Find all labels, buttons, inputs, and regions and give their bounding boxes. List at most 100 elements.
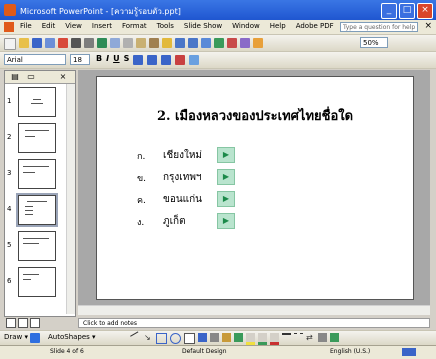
paste-icon[interactable]	[149, 38, 159, 48]
copy-icon[interactable]	[136, 38, 146, 48]
insert-table-icon[interactable]	[227, 38, 237, 48]
menu-tools[interactable]: Tools	[157, 22, 174, 30]
choice-text[interactable]: ขอนแก่น	[163, 192, 202, 207]
textbox-icon[interactable]	[184, 333, 195, 344]
align-left-icon[interactable]	[133, 55, 144, 65]
undo-icon[interactable]	[175, 38, 185, 48]
arrow-style-icon[interactable]: ⇄	[306, 333, 315, 342]
save-icon[interactable]	[32, 38, 42, 48]
help-search-input[interactable]: Type a question for help	[340, 22, 418, 32]
notes-pane[interactable]: Click to add notes	[78, 318, 430, 328]
wordart-icon[interactable]	[198, 333, 207, 342]
open-icon[interactable]	[19, 38, 29, 48]
new-icon[interactable]	[4, 38, 16, 50]
slide-thumbnail-row[interactable]: 2	[5, 121, 75, 155]
slide-thumbnail-row[interactable]: 3	[5, 157, 75, 191]
underline-button[interactable]: U	[113, 54, 120, 65]
format-painter-icon[interactable]	[162, 38, 172, 48]
draw-menu[interactable]: Draw ▾	[4, 333, 28, 341]
panel-close-icon[interactable]: ×	[57, 72, 69, 82]
font-size-select[interactable]: 18	[70, 54, 90, 65]
autoshapes-menu[interactable]: AutoShapes ▾	[48, 333, 96, 341]
menu-adobe-pdf[interactable]: Adobe PDF	[296, 22, 334, 30]
slide-thumbnail-selected[interactable]	[16, 193, 58, 227]
line-style-icon[interactable]	[282, 333, 291, 344]
align-right-icon[interactable]	[161, 55, 172, 65]
line-color-icon[interactable]	[258, 333, 267, 345]
diagram-icon[interactable]	[210, 333, 219, 342]
slide-number: 5	[7, 241, 12, 249]
view-buttons	[6, 318, 40, 328]
rectangle-icon[interactable]	[156, 333, 167, 344]
close-button[interactable]: ×	[417, 3, 433, 19]
shadow-button[interactable]: S	[124, 54, 130, 65]
print-preview-icon[interactable]	[84, 38, 94, 48]
picture-icon[interactable]	[234, 333, 243, 342]
slide-thumbnail-row[interactable]: 5	[5, 229, 75, 263]
font-color-icon[interactable]	[175, 55, 186, 65]
redo-icon[interactable]	[188, 38, 198, 48]
menu-file[interactable]: File	[20, 22, 32, 30]
menu-format[interactable]: Format	[122, 22, 147, 30]
document-close-icon[interactable]: ×	[424, 21, 432, 31]
bold-button[interactable]: B	[96, 54, 102, 65]
choice-text[interactable]: ภูเก็ต	[163, 214, 186, 229]
research-icon[interactable]	[110, 38, 120, 48]
cut-icon[interactable]	[123, 38, 133, 48]
print-icon[interactable]	[71, 38, 81, 48]
3d-style-icon[interactable]	[330, 333, 339, 342]
design-icon[interactable]	[189, 55, 200, 65]
panel-scrollbar[interactable]	[66, 84, 75, 314]
slide-thumbnail-row[interactable]: 1	[5, 85, 75, 119]
slides-tab[interactable]: ▭	[25, 72, 37, 82]
slide-thumbnail[interactable]	[18, 231, 56, 261]
choice-text[interactable]: เชียงใหม่	[163, 148, 202, 163]
select-pointer-icon[interactable]	[30, 333, 40, 343]
slide-thumbnail[interactable]	[18, 159, 56, 189]
menu-edit[interactable]: Edit	[42, 22, 56, 30]
menu-view[interactable]: View	[65, 22, 82, 30]
slide-thumbnail[interactable]	[18, 87, 56, 117]
outline-tab[interactable]: ▤	[9, 72, 21, 82]
current-slide[interactable]: 2. เมืองหลวงของประเทศไทยชื่อใด ก. เชียงใ…	[96, 76, 414, 300]
menu-window[interactable]: Window	[232, 22, 260, 30]
shadow-style-icon[interactable]	[318, 333, 327, 342]
action-play-button[interactable]: ▶	[217, 147, 235, 163]
email-icon[interactable]	[58, 38, 68, 48]
expand-all-icon[interactable]	[240, 38, 250, 48]
zoom-select[interactable]: 50%	[360, 37, 388, 48]
slide-thumbnail[interactable]	[18, 267, 56, 297]
action-play-button[interactable]: ▶	[217, 169, 235, 185]
choice-text[interactable]: กรุงเทพฯ	[163, 170, 202, 185]
minimize-button[interactable]: _	[381, 3, 397, 19]
menu-help[interactable]: Help	[270, 22, 286, 30]
normal-view-icon[interactable]	[6, 318, 16, 328]
maximize-button[interactable]: □	[399, 3, 415, 19]
canvas-scrollbar[interactable]	[78, 305, 430, 315]
slide-title[interactable]: 2. เมืองหลวงของประเทศไทยชื่อใด	[97, 105, 413, 126]
line-icon[interactable]	[130, 331, 143, 345]
insert-chart-icon[interactable]	[214, 38, 224, 48]
slide-sorter-icon[interactable]	[18, 318, 28, 328]
action-play-button[interactable]: ▶	[217, 213, 235, 229]
slide-show-icon[interactable]	[30, 318, 40, 328]
show-formatting-icon[interactable]	[253, 38, 263, 48]
hyperlink-icon[interactable]	[201, 38, 211, 48]
clipart-icon[interactable]	[222, 333, 231, 342]
oval-icon[interactable]	[170, 333, 181, 344]
slide-thumbnail-row[interactable]: 6	[5, 265, 75, 299]
arrow-icon[interactable]: ↘	[144, 333, 153, 342]
slide-thumbnail-row[interactable]: 4	[5, 193, 75, 227]
spelling-icon[interactable]	[97, 38, 107, 48]
font-select[interactable]: Arial	[4, 54, 66, 65]
fill-color-icon[interactable]	[246, 333, 255, 345]
font-color-draw-icon[interactable]	[270, 333, 279, 345]
permission-icon[interactable]	[45, 38, 55, 48]
menu-insert[interactable]: Insert	[92, 22, 112, 30]
action-play-button[interactable]: ▶	[217, 191, 235, 207]
dash-style-icon[interactable]	[294, 333, 303, 343]
slide-thumbnail[interactable]	[18, 123, 56, 153]
menu-slide-show[interactable]: Slide Show	[184, 22, 222, 30]
italic-button[interactable]: I	[106, 54, 109, 65]
align-center-icon[interactable]	[147, 55, 158, 65]
